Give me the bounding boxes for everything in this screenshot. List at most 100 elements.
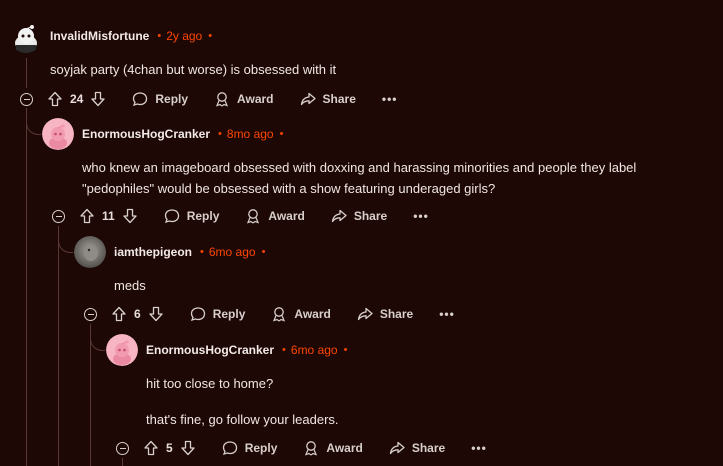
comment-meta: iamthepigeon • 6mo ago •: [114, 245, 265, 259]
share-label: Share: [411, 441, 446, 455]
vote-controls: 6: [111, 306, 164, 322]
comment-line: who knew an imageboard obsessed with dox…: [82, 160, 637, 175]
thread-curve: [90, 334, 105, 351]
collapse-thread-button[interactable]: [20, 92, 33, 106]
award-label: Award: [326, 441, 363, 455]
award-label: Award: [268, 209, 305, 223]
more-options-button[interactable]: •••: [382, 92, 398, 106]
separator-dot: •: [279, 128, 284, 140]
thread-line-level-2[interactable]: [58, 226, 59, 466]
avatar[interactable]: [42, 118, 74, 150]
comment-body: hit too close to home? that's fine, go f…: [146, 373, 339, 430]
reply-label: Reply: [186, 209, 220, 223]
separator-dot: •: [261, 246, 266, 258]
thread-curve: [58, 236, 73, 253]
avatar[interactable]: [74, 236, 106, 268]
share-icon: [300, 92, 316, 106]
comment-line: that's fine, go follow your leaders.: [146, 412, 339, 427]
reply-button[interactable]: Reply: [132, 91, 188, 107]
more-options-button[interactable]: •••: [439, 307, 455, 321]
reply-button[interactable]: Reply: [222, 440, 278, 456]
downvote-icon[interactable]: [90, 91, 106, 107]
downvote-icon[interactable]: [180, 440, 196, 456]
upvote-icon[interactable]: [111, 306, 127, 322]
reply-button[interactable]: Reply: [190, 306, 246, 322]
upvote-icon[interactable]: [143, 440, 159, 456]
vote-controls: 11: [79, 208, 138, 224]
collapse-thread-button[interactable]: [52, 209, 65, 223]
collapse-thread-button[interactable]: [84, 307, 97, 321]
comment-line: hit too close to home?: [146, 376, 274, 391]
timestamp[interactable]: 6mo ago: [291, 343, 338, 357]
comment-body: soyjak party (4chan but worse) is obsess…: [50, 59, 336, 80]
comment-meta: InvalidMisfortune • 2y ago •: [50, 29, 212, 43]
share-button[interactable]: Share: [331, 208, 387, 224]
share-icon: [389, 441, 405, 455]
reply-button[interactable]: Reply: [164, 208, 220, 224]
share-icon: [331, 209, 347, 223]
downvote-icon[interactable]: [148, 306, 164, 322]
thread-curve: [26, 118, 41, 135]
separator-dot: •: [200, 246, 204, 258]
award-icon: [305, 441, 318, 456]
username[interactable]: EnormousHogCranker: [82, 127, 210, 141]
comment-actions: 6 Reply Award Share •••: [84, 302, 455, 326]
share-button[interactable]: Share: [300, 91, 356, 107]
vote-score: 6: [134, 307, 141, 321]
thread-line-level-1[interactable]: [26, 58, 27, 88]
award-icon: [247, 209, 260, 224]
share-button[interactable]: Share: [357, 306, 413, 322]
upvote-icon[interactable]: [47, 91, 63, 107]
comment-actions: 24 Reply Award Share •••: [20, 87, 397, 111]
award-button[interactable]: Award: [303, 440, 363, 456]
timestamp[interactable]: 8mo ago: [227, 127, 274, 141]
reply-label: Reply: [155, 92, 189, 106]
reply-icon: [164, 209, 179, 224]
timestamp[interactable]: 6mo ago: [209, 245, 256, 259]
downvote-icon[interactable]: [122, 208, 138, 224]
snoo-pink-avatar-icon: [106, 334, 138, 366]
award-button[interactable]: Award: [214, 91, 274, 107]
share-button[interactable]: Share: [389, 440, 445, 456]
separator-dot: •: [282, 344, 286, 356]
reply-icon: [133, 92, 148, 107]
comment-line: "pedophiles" would be obsessed with a sh…: [82, 181, 496, 196]
reply-icon: [222, 441, 237, 456]
snoo-white-avatar-icon: [10, 21, 42, 53]
vote-controls: 5: [143, 440, 196, 456]
more-options-button[interactable]: •••: [471, 441, 487, 455]
reply-label: Reply: [212, 307, 246, 321]
award-icon: [273, 307, 286, 322]
username[interactable]: iamthepigeon: [114, 245, 192, 259]
comment-body: meds: [114, 275, 146, 296]
vote-score: 24: [70, 92, 84, 106]
separator-dot: •: [208, 30, 213, 42]
share-icon: [357, 307, 373, 321]
vote-score: 5: [166, 441, 173, 455]
vote-score: 11: [102, 209, 115, 223]
comment-meta: EnormousHogCranker • 6mo ago •: [146, 343, 347, 357]
award-icon: [216, 92, 229, 107]
share-label: Share: [322, 92, 356, 106]
award-label: Award: [294, 307, 331, 321]
more-options-button[interactable]: •••: [413, 209, 429, 223]
share-label: Share: [379, 307, 414, 321]
username[interactable]: EnormousHogCranker: [146, 343, 274, 357]
username[interactable]: InvalidMisfortune: [50, 29, 149, 43]
snoo-pink-avatar-icon: [42, 118, 74, 150]
thread-line-level-1-rail[interactable]: [26, 108, 27, 466]
comment-actions: 5 Reply Award Share •••: [116, 436, 487, 460]
separator-dot: •: [218, 128, 222, 140]
share-label: Share: [353, 209, 388, 223]
award-button[interactable]: Award: [245, 208, 305, 224]
award-button[interactable]: Award: [271, 306, 331, 322]
collapse-thread-button[interactable]: [116, 441, 129, 455]
avatar[interactable]: [106, 334, 138, 366]
reply-label: Reply: [244, 441, 278, 455]
timestamp[interactable]: 2y ago: [166, 29, 202, 43]
upvote-icon[interactable]: [79, 208, 95, 224]
comment-body: who knew an imageboard obsessed with dox…: [82, 157, 636, 199]
comment-line: meds: [114, 278, 146, 293]
award-label: Award: [237, 92, 274, 106]
avatar[interactable]: [10, 21, 42, 53]
